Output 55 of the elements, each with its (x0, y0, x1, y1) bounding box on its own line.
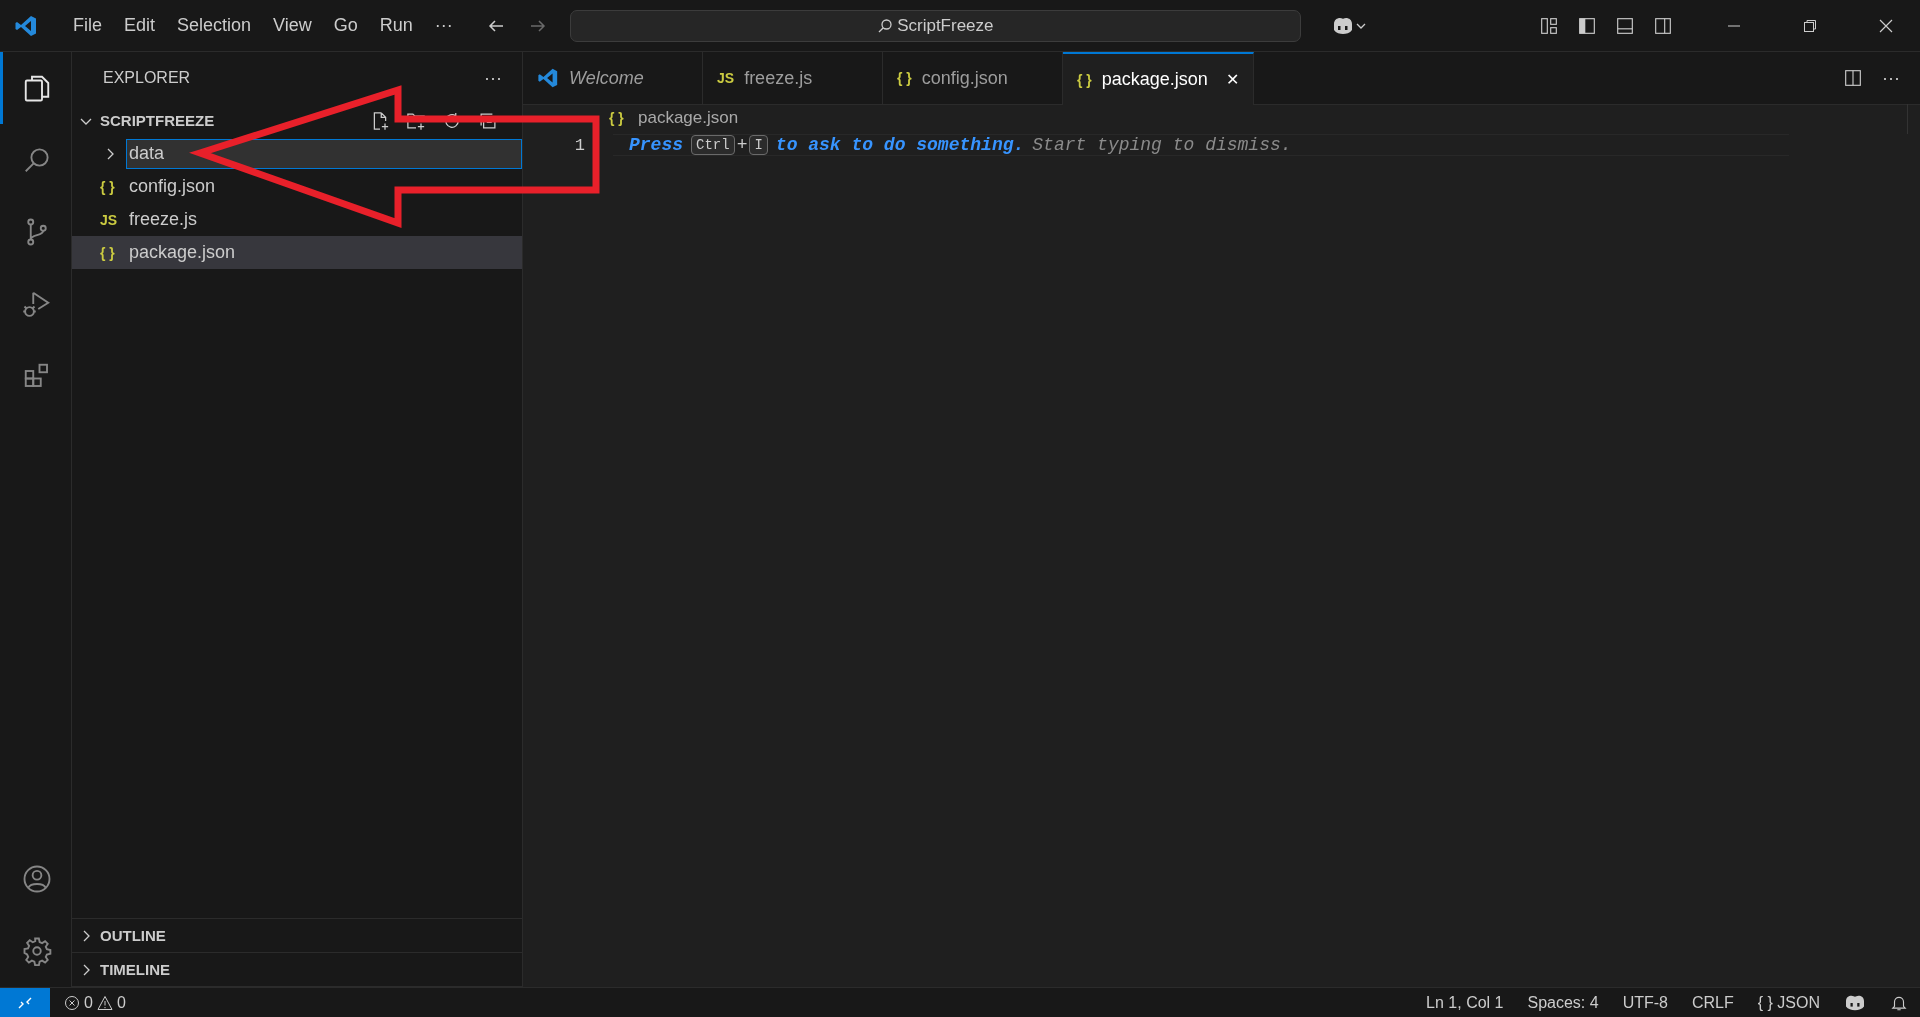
problems-button[interactable]: 0 0 (64, 993, 126, 1012)
status-item[interactable]: CRLF (1691, 993, 1734, 1012)
sidebar-title: EXPLORER (103, 69, 191, 87)
settings-icon[interactable] (22, 936, 52, 966)
new-folder-icon[interactable] (406, 110, 426, 131)
command-center[interactable]: ScriptFreeze (569, 9, 1301, 42)
collapse-icon[interactable] (478, 110, 498, 131)
search-icon (877, 17, 894, 34)
more-menu-button[interactable]: ··· (423, 11, 464, 40)
secondary-sidebar-icon[interactable] (1654, 16, 1672, 35)
menu-item[interactable]: File (62, 11, 113, 40)
rename-field[interactable]: data (126, 138, 522, 169)
status-item[interactable]: Ln 1, Col 1 (1426, 993, 1504, 1012)
line-number: 1 (573, 135, 585, 155)
menu-item[interactable]: Go (322, 11, 369, 40)
search-icon[interactable] (22, 145, 52, 175)
tree-entry[interactable]: { } package.json (72, 236, 522, 269)
panel-toggle-icon[interactable] (1616, 16, 1634, 35)
run-debug-icon[interactable] (22, 289, 52, 319)
editor-tab[interactable]: JS freeze.js (703, 52, 883, 104)
hint-text: to ask to do something. (775, 135, 1025, 155)
files-icon[interactable] (22, 73, 52, 103)
copilot-icon[interactable] (1844, 993, 1866, 1012)
language-mode[interactable]: { } JSON (1757, 993, 1820, 1012)
close-tab-button[interactable]: ✕ (1225, 70, 1239, 89)
close-icon[interactable] (1878, 17, 1894, 34)
app-logo-icon (14, 13, 38, 38)
status-item[interactable]: UTF-8 (1622, 993, 1668, 1012)
folder-name[interactable]: SCRIPTFREEZE (100, 112, 215, 129)
tree-entry[interactable]: { } config.json (72, 170, 522, 203)
more-actions-button[interactable]: ··· (484, 67, 502, 89)
tree-entry[interactable]: JS freeze.js (72, 203, 522, 236)
layout-icon[interactable] (1540, 16, 1558, 35)
status-item[interactable]: Spaces: 4 (1527, 993, 1599, 1012)
sidebar-toggle-icon[interactable] (1578, 16, 1596, 35)
restore-icon[interactable] (1802, 17, 1818, 34)
error-icon (64, 994, 80, 1011)
warning-icon (96, 994, 113, 1011)
split-editor-icon[interactable] (1844, 69, 1862, 87)
app-logo-icon (537, 67, 559, 89)
section-header[interactable]: OUTLINE (72, 919, 522, 953)
plus-sign: + (736, 135, 748, 155)
hint-text: Start typing to dismiss. (1032, 135, 1292, 155)
keyboard-key: Ctrl (691, 135, 735, 155)
menu-item[interactable]: View (262, 11, 323, 40)
hint-text: Press (629, 135, 683, 155)
account-icon[interactable] (22, 864, 52, 894)
editor-tab[interactable]: Welcome (523, 52, 703, 104)
menu-item[interactable]: Edit (113, 11, 167, 40)
menu-item[interactable]: Selection (166, 11, 263, 40)
menu-item[interactable]: Run (368, 11, 424, 40)
editor-tab[interactable]: { } package.json ✕ (1063, 52, 1254, 105)
breadcrumb[interactable]: { } package.json (523, 105, 739, 131)
more-actions-button[interactable]: ··· (1882, 67, 1900, 89)
keyboard-key: I (749, 135, 768, 155)
